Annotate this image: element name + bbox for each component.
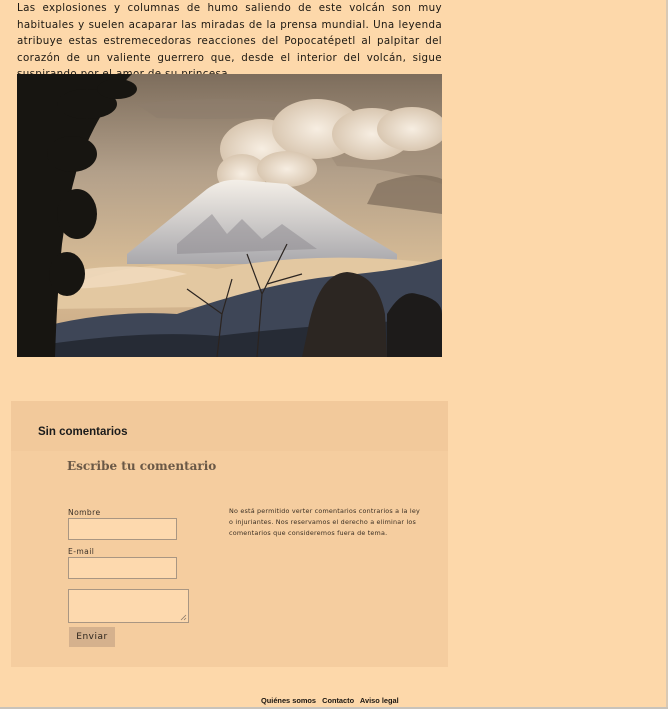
submit-button[interactable]: Enviar — [69, 627, 115, 647]
comment-form-title: Escribe tu comentario — [67, 459, 217, 473]
comment-textarea[interactable] — [68, 589, 189, 623]
volcano-photo — [17, 74, 442, 357]
email-label: E-mail — [68, 547, 95, 556]
footer-nav: Quiénes somos Contacto Aviso legal — [261, 696, 403, 705]
footer-link-quienes-somos[interactable]: Quiénes somos — [261, 696, 316, 705]
resize-grip-icon[interactable] — [180, 614, 187, 621]
email-field[interactable] — [68, 557, 177, 579]
name-field[interactable] — [68, 518, 177, 540]
footer-link-contacto[interactable]: Contacto — [322, 696, 354, 705]
name-label: Nombre — [68, 508, 101, 517]
volcano-photo-illustration — [17, 74, 442, 357]
footer-link-aviso-legal[interactable]: Aviso legal — [360, 696, 399, 705]
comments-section: Sin comentarios Escribe tu comentario No… — [11, 401, 448, 667]
comments-title: Sin comentarios — [38, 426, 128, 438]
comments-header: Sin comentarios — [11, 401, 448, 451]
comment-policy-notice: No está permitido verter comentarios con… — [229, 507, 420, 537]
page: Las explosiones y columnas de humo salie… — [0, 0, 668, 709]
article-paragraph: Las explosiones y columnas de humo salie… — [17, 2, 442, 80]
